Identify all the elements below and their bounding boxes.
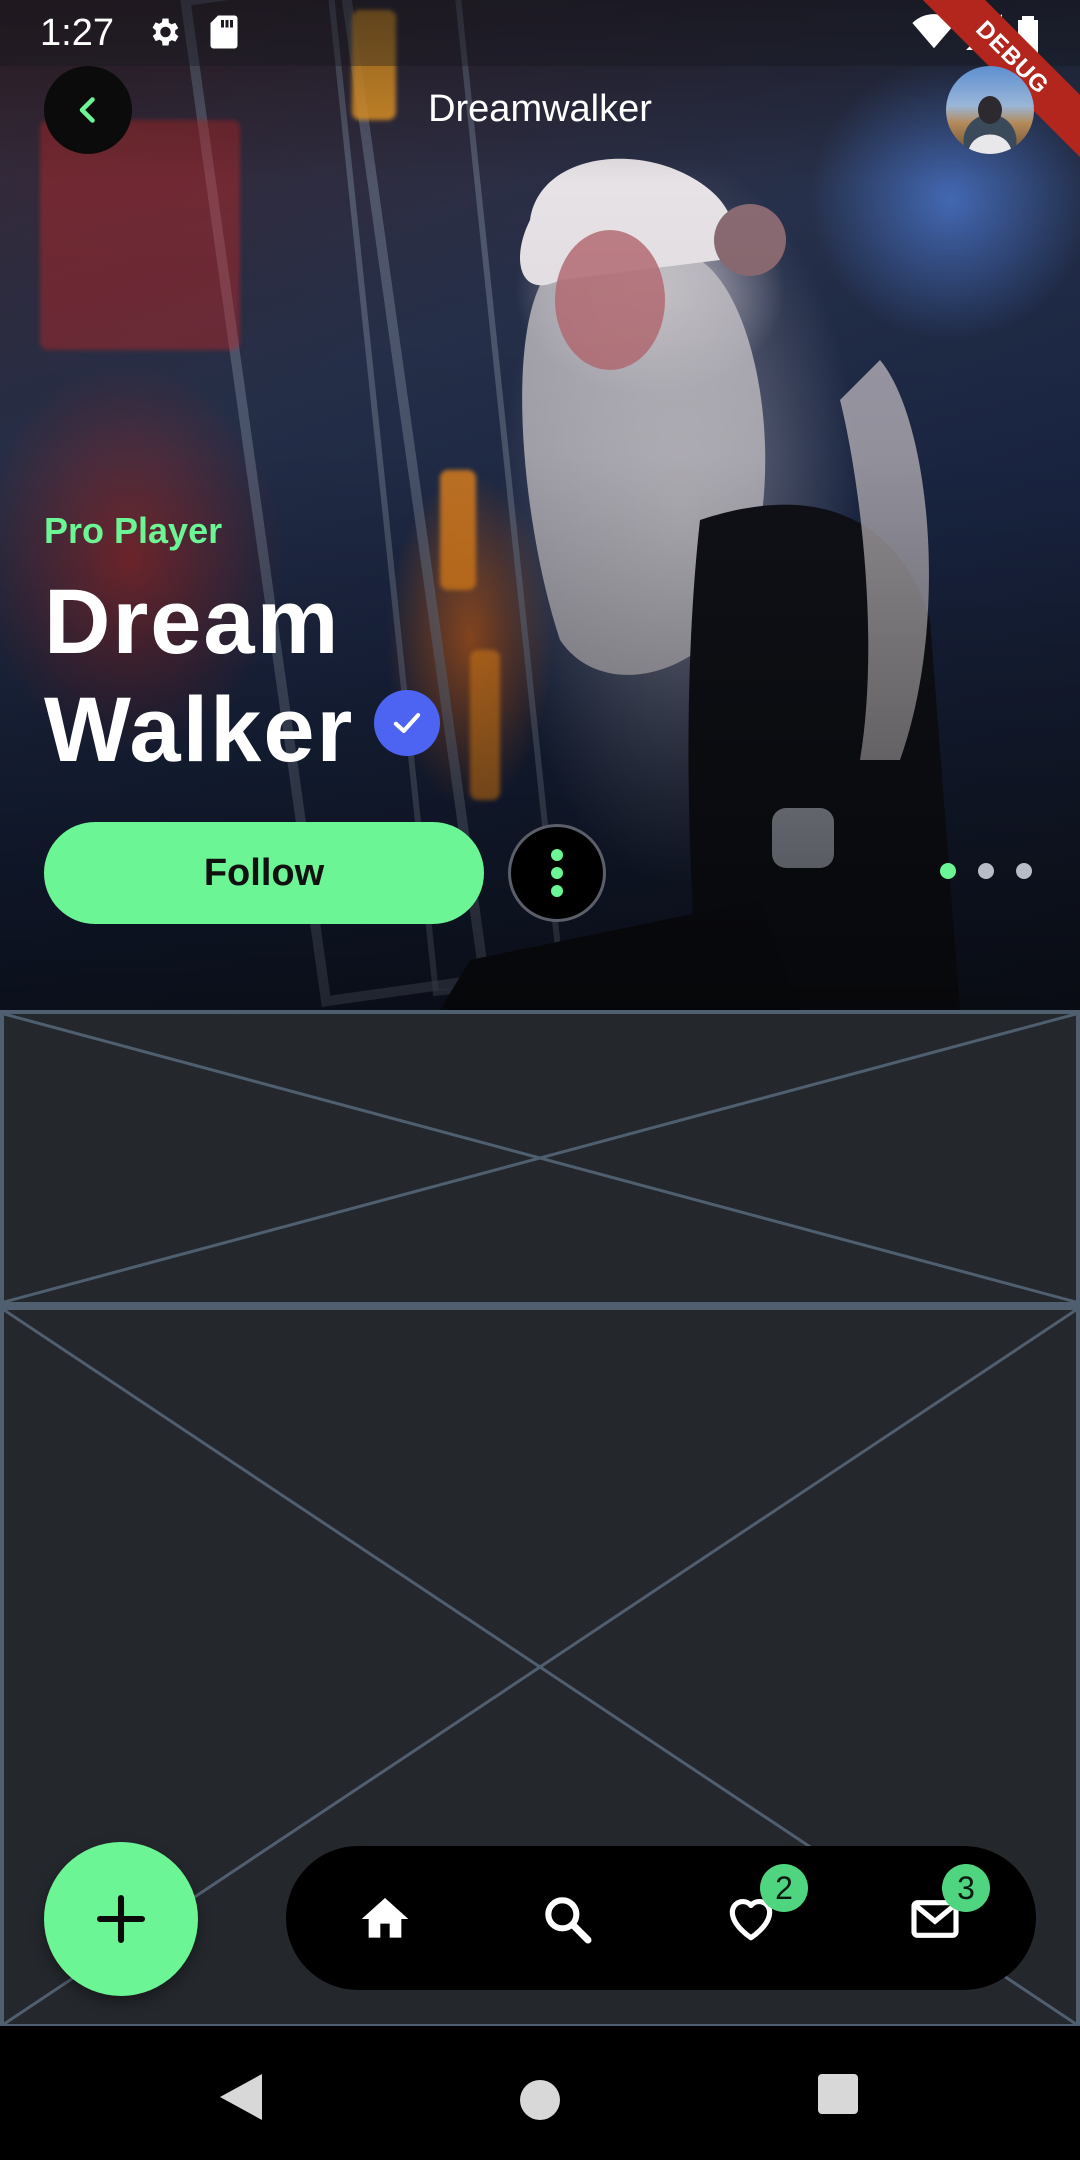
nav-favorites[interactable]: 2 [716,1864,808,1954]
messages-count-badge: 3 [942,1864,990,1912]
system-navigation-bar [0,2026,1080,2160]
player-name: Dream Walker [44,568,354,784]
home-icon [361,1898,409,1938]
more-options-button[interactable] [508,824,606,922]
carousel-dot[interactable] [978,863,994,879]
search-icon [545,1897,592,1944]
carousel-dot[interactable] [1016,863,1032,879]
system-back-icon[interactable] [218,2072,264,2122]
favorites-count-badge: 2 [760,1864,808,1912]
avatar-photo [968,96,1012,154]
player-name-line2: Walker [44,679,355,781]
sd-card-icon [208,14,240,55]
system-home-icon[interactable] [520,2080,560,2120]
player-name-line1: Dream [44,571,341,673]
add-fab-button[interactable] [44,1842,198,1996]
carousel-dot[interactable] [940,863,956,879]
status-time: 1:27 [40,12,114,54]
user-avatar[interactable] [946,66,1034,154]
verified-badge [374,690,440,756]
system-recents-icon[interactable] [818,2074,858,2114]
nav-home[interactable] [350,1884,420,1954]
status-bar: 1:27 [0,0,1080,66]
nav-search[interactable] [532,1884,602,1954]
checkmark-icon [393,713,421,733]
bottom-navigation: 2 3 [286,1846,1036,1990]
carousel-indicator [940,863,1032,879]
follow-button[interactable]: Follow [44,822,484,924]
more-vertical-icon [551,849,563,897]
content-placeholder [0,1010,1080,1306]
page-title: Dreamwalker [428,88,652,130]
plus-icon [96,1894,146,1944]
nav-messages[interactable]: 3 [900,1864,990,1954]
player-rank-label: Pro Player [44,510,223,551]
settings-icon [146,14,182,55]
